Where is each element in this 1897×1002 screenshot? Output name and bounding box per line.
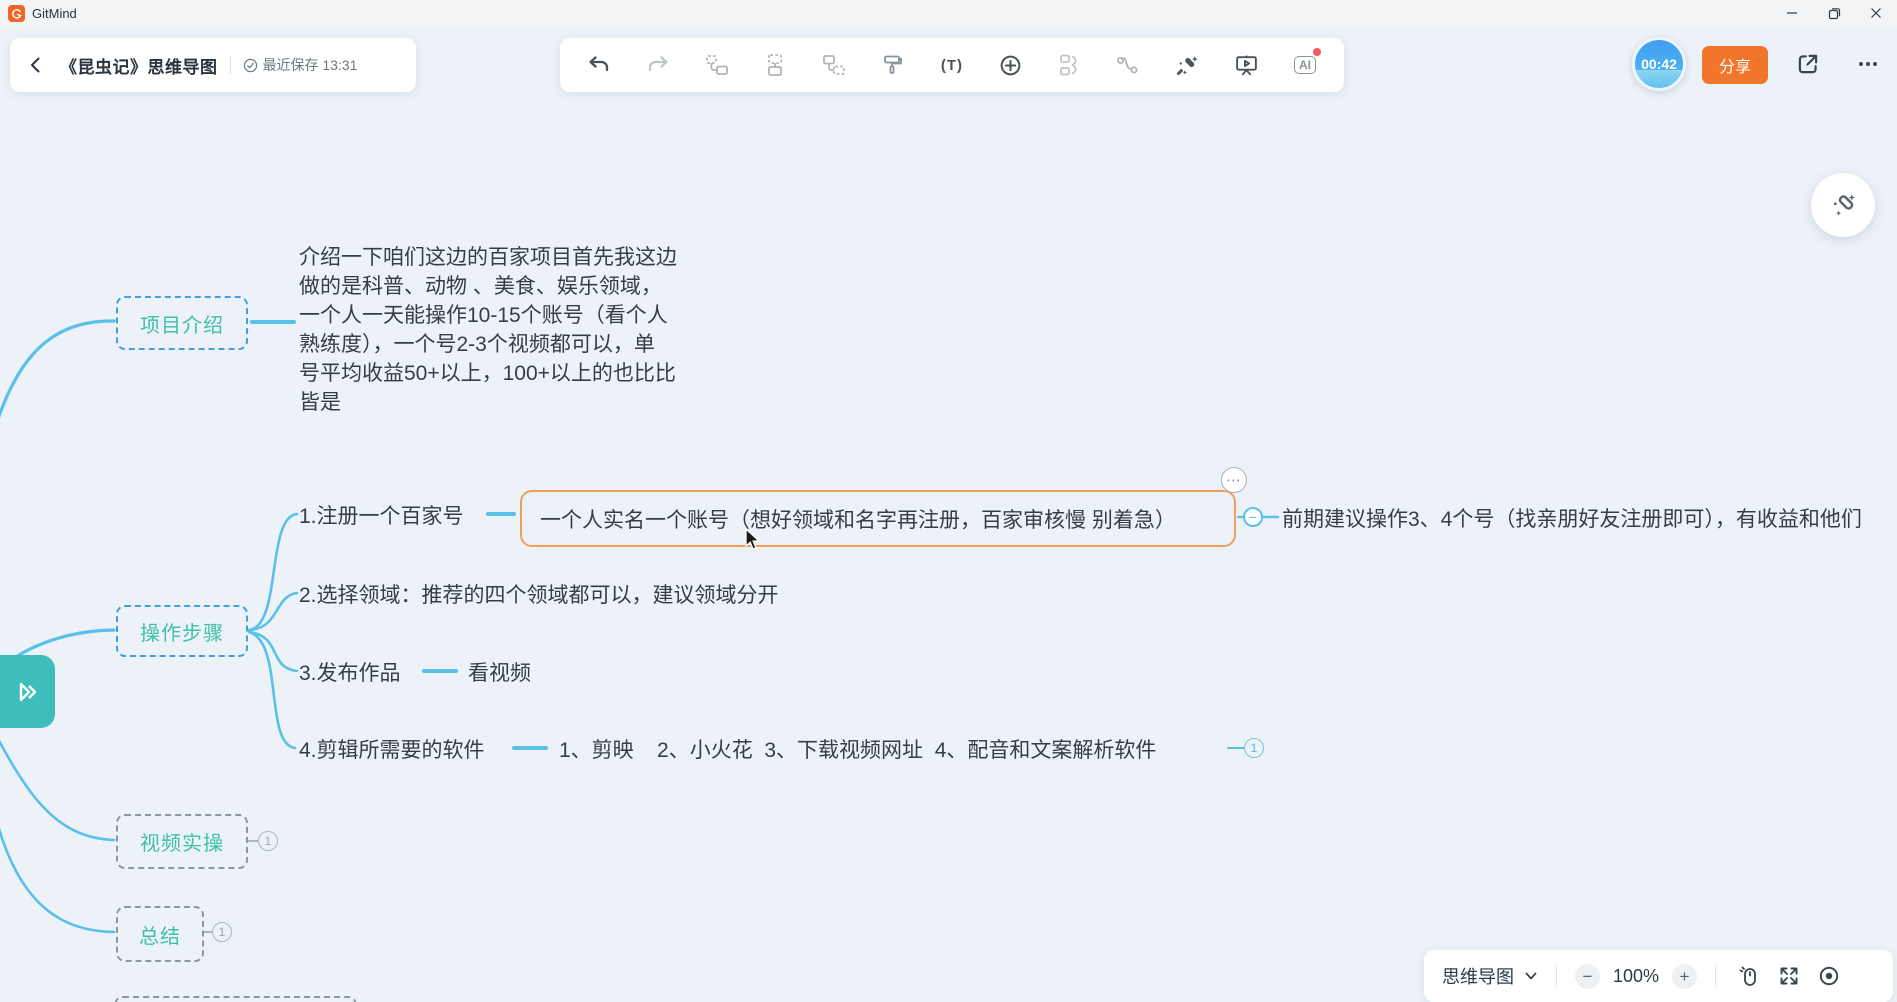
undo-icon[interactable] <box>584 50 614 80</box>
double-chevron-right-icon <box>15 679 41 705</box>
save-status: 最近保存 13:31 <box>243 55 358 75</box>
zoom-out-button[interactable]: − <box>1575 964 1600 989</box>
header-divider <box>230 56 231 74</box>
expand-count-badge[interactable]: 1 <box>258 831 278 851</box>
comment-dots-icon: ⋯ <box>1226 471 1242 489</box>
save-status-text: 最近保存 13:31 <box>263 55 358 75</box>
focus-eye-icon[interactable] <box>1814 961 1844 991</box>
restore-button[interactable] <box>1813 0 1855 26</box>
window-titlebar: GitMind <box>0 0 1897 26</box>
node-label: 视频实操 <box>140 827 224 856</box>
share-button[interactable]: 分享 <box>1702 46 1768 84</box>
fit-screen-icon[interactable] <box>1774 961 1804 991</box>
insert-child-node-icon[interactable] <box>819 50 849 80</box>
redo-icon[interactable] <box>643 50 673 80</box>
app-title: GitMind <box>32 6 77 21</box>
mindmap-leaf-step4-children[interactable]: 1、剪映 2、小火花 3、下载视频网址 4、配音和文案解析软件 <box>559 734 1156 764</box>
expand-count-badge[interactable]: 1 <box>212 922 232 942</box>
document-header-card: 《昆虫记》思维导图 最近保存 13:31 <box>10 38 416 92</box>
mindmap-leaf-step4[interactable]: 4.剪辑所需要的软件 <box>299 734 485 764</box>
badge-count: 1 <box>219 925 226 939</box>
selected-node-text: 一个人实名一个账号（想好领域和名字再注册，百家审核慢 别着急） <box>540 504 1176 534</box>
node-label: 总结 <box>139 920 181 949</box>
expand-count-badge[interactable]: 1 <box>1244 738 1264 758</box>
saved-check-icon <box>243 58 258 73</box>
close-button[interactable] <box>1855 0 1897 26</box>
mindmap-node-summary[interactable]: 总结 <box>116 906 204 962</box>
more-options-icon[interactable] <box>1850 46 1886 82</box>
comment-indicator[interactable]: ⋯ <box>1221 467 1247 493</box>
mindmap-leaf-step1-grandchild[interactable]: 前期建议操作3、4个号（找亲朋好友注册即可），有收益和他们 <box>1282 503 1897 533</box>
badge-count: 1 <box>265 834 272 848</box>
text-label-icon[interactable]: (T) <box>937 50 967 80</box>
mindmap-leaf-step1[interactable]: 1.注册一个百家号 <box>299 500 464 530</box>
node-label: 操作步骤 <box>140 617 224 646</box>
summary-icon[interactable] <box>1055 50 1085 80</box>
mouse-cursor <box>744 528 766 552</box>
presentation-icon[interactable] <box>1231 50 1261 80</box>
gitmind-logo-icon <box>8 5 25 22</box>
main-toolbar: (T) AI <box>560 38 1344 92</box>
mindmap-selected-node-account[interactable]: 一个人实名一个账号（想好领域和名字再注册，百家审核慢 别着急） <box>520 490 1236 547</box>
divider <box>1556 965 1557 987</box>
mindmap-node-steps[interactable]: 操作步骤 <box>116 605 248 657</box>
minimize-button[interactable] <box>1771 0 1813 26</box>
relation-line-icon[interactable] <box>1113 50 1143 80</box>
timer-badge[interactable]: 00:42 <box>1632 37 1686 91</box>
minus-icon: − <box>1249 510 1257 524</box>
mindmap-leaf-step3-child[interactable]: 看视频 <box>468 657 531 687</box>
insert-element-icon[interactable] <box>996 50 1026 80</box>
insert-parent-node-icon[interactable] <box>760 50 790 80</box>
mindmap-node-project-intro[interactable]: 项目介绍 <box>116 296 248 350</box>
view-mode-selector[interactable]: 思维导图 <box>1442 963 1514 989</box>
root-node-collapsed-tab[interactable] <box>0 655 55 728</box>
mouse-mode-icon[interactable] <box>1734 961 1764 991</box>
ai-beautify-icon[interactable] <box>1172 50 1202 80</box>
zoom-in-button[interactable]: + <box>1672 964 1697 989</box>
collapse-node-button[interactable]: − <box>1243 507 1263 527</box>
notification-dot <box>1313 48 1321 56</box>
mindmap-node-partial-bottom[interactable] <box>114 996 357 1002</box>
document-title[interactable]: 《昆虫记》思维导图 <box>60 53 218 78</box>
divider <box>1715 965 1716 987</box>
insert-sibling-node-icon[interactable] <box>702 50 732 80</box>
mindmap-leaf-step2[interactable]: 2.选择领域：推荐的四个领域都可以，建议领域分开 <box>299 579 779 609</box>
ai-assistant-icon[interactable]: AI <box>1290 50 1320 80</box>
mindmap-node-video-practice[interactable]: 视频实操 <box>116 814 248 869</box>
chevron-down-icon[interactable] <box>1524 969 1538 983</box>
share-label: 分享 <box>1719 53 1751 77</box>
zoom-level: 100% <box>1610 966 1662 987</box>
timer-value: 00:42 <box>1641 56 1677 72</box>
gitmind-app: { "titlebar": { "app_name": "GitMind" },… <box>0 0 1897 1002</box>
export-icon[interactable] <box>1790 46 1826 82</box>
mindmap-leaf-intro-detail[interactable]: 介绍一下咱们这边的百家项目首先我这边 做的是科普、动物 、美食、娱乐领域， 一个… <box>299 243 729 417</box>
node-label: 项目介绍 <box>140 309 224 338</box>
format-painter-icon[interactable] <box>878 50 908 80</box>
badge-count: 1 <box>1251 741 1258 755</box>
beautify-floating-button[interactable] <box>1811 173 1875 237</box>
mindmap-leaf-step3[interactable]: 3.发布作品 <box>299 657 401 687</box>
back-button[interactable] <box>26 55 46 75</box>
view-controls-bar: 思维导图 − 100% + <box>1424 950 1893 1002</box>
magic-wand-icon <box>1828 190 1858 220</box>
